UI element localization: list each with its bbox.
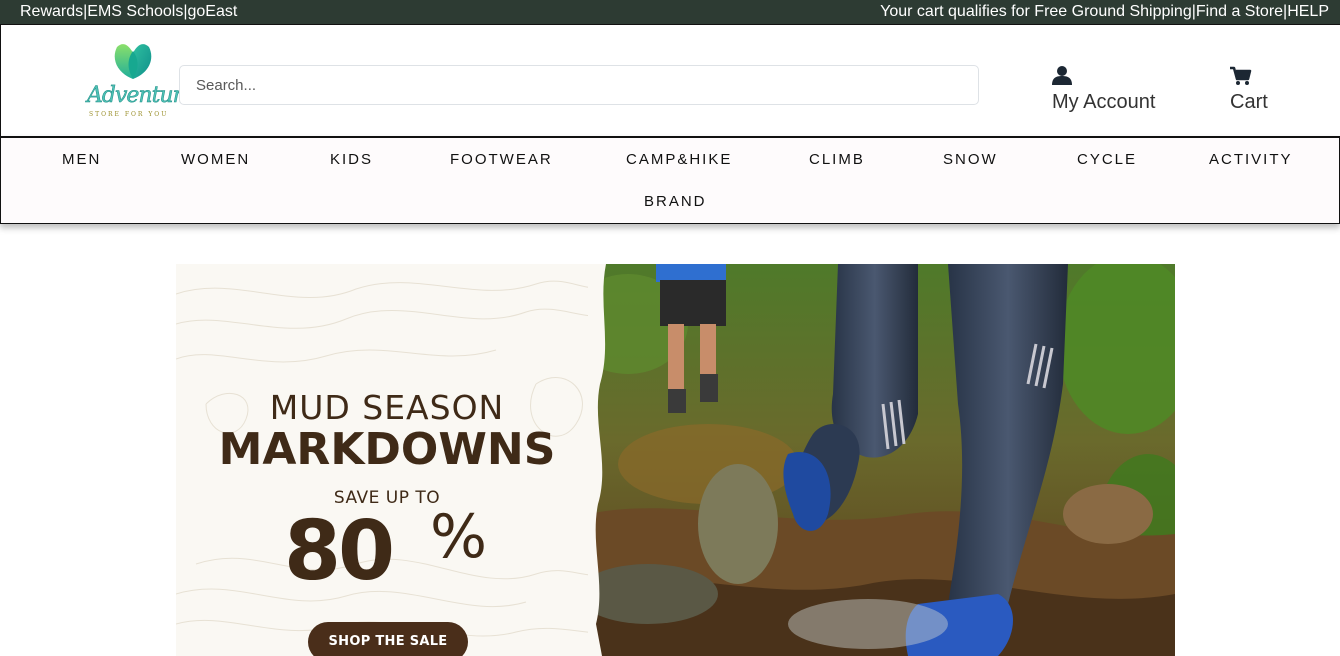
nav-item-footwear[interactable]: FOOTWEAR — [450, 151, 553, 169]
site-logo[interactable]: Adventure STORE FOR YOU — [87, 39, 196, 121]
nav-item-climb[interactable]: CLIMB — [809, 151, 865, 169]
search-input[interactable] — [179, 65, 979, 105]
cart-icon — [1230, 66, 1252, 85]
logo-wordmark: Adventure — [87, 83, 196, 109]
find-store-link[interactable]: Find a Store — [1196, 3, 1283, 20]
cart-button[interactable]: Cart — [1230, 65, 1270, 115]
site-header: Adventure STORE FOR YOU My Account Cart — [0, 24, 1340, 136]
hero-banner[interactable]: MUD SEASON MARKDOWNS SAVE UP TO 80 % SHO… — [176, 264, 1175, 656]
goeast-link[interactable]: goEast — [188, 3, 238, 20]
hero-trail-runner-image — [588, 264, 1175, 656]
hero-discount-number: 80 — [284, 504, 395, 599]
cart-label: Cart — [1230, 91, 1268, 113]
utility-links-left: Rewards|EMS Schools|goEast — [20, 0, 237, 24]
top-utility-bar: Rewards|EMS Schools|goEast Your cart qua… — [0, 0, 1340, 24]
free-shipping-message: Your cart qualifies for Free Ground Ship… — [880, 3, 1192, 20]
logo-tagline: STORE FOR YOU — [89, 111, 169, 118]
utility-links-right: Your cart qualifies for Free Ground Ship… — [880, 0, 1329, 24]
category-nav: MEN WOMEN KIDS FOOTWEAR CAMP&HIKE CLIMB … — [0, 136, 1340, 224]
trail-runner-photo — [588, 264, 1175, 656]
nav-item-kids[interactable]: KIDS — [330, 151, 373, 169]
shop-the-sale-button[interactable]: SHOP THE SALE — [308, 622, 468, 656]
nav-item-brand[interactable]: BRAND — [644, 193, 707, 211]
hero-text-panel: MUD SEASON MARKDOWNS SAVE UP TO 80 % SHO… — [176, 264, 606, 656]
nav-item-activity[interactable]: ACTIVITY — [1209, 151, 1293, 169]
help-link[interactable]: HELP — [1287, 3, 1329, 20]
rewards-link[interactable]: Rewards — [20, 3, 83, 20]
nav-item-cycle[interactable]: CYCLE — [1077, 151, 1137, 169]
hero-discount-percent: % — [430, 502, 488, 572]
my-account-label: My Account — [1052, 91, 1156, 113]
nav-item-men[interactable]: MEN — [62, 151, 101, 169]
hero-headline-line2: MARKDOWNS — [218, 424, 556, 475]
user-icon — [1052, 66, 1072, 85]
hero-headline-line1: MUD SEASON — [269, 388, 505, 427]
ems-schools-link[interactable]: EMS Schools — [87, 3, 183, 20]
nav-item-women[interactable]: WOMEN — [181, 151, 250, 169]
nav-item-snow[interactable]: SNOW — [943, 151, 998, 169]
my-account-button[interactable]: My Account — [1052, 65, 1162, 115]
nav-item-camp-hike[interactable]: CAMP&HIKE — [626, 151, 732, 169]
leaf-logo-icon — [114, 44, 152, 79]
